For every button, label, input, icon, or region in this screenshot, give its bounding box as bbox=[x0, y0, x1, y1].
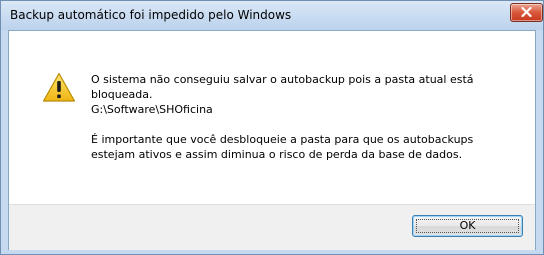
message-line: estejam ativos e assim diminua o risco d… bbox=[91, 148, 463, 161]
dialog-body: O sistema não conseguiu salvar o autobac… bbox=[8, 30, 536, 250]
close-icon bbox=[521, 7, 532, 17]
message-area: O sistema não conseguiu salvar o autobac… bbox=[9, 31, 535, 204]
message-text: O sistema não conseguiu salvar o autobac… bbox=[91, 72, 527, 162]
ok-button[interactable]: OK bbox=[412, 215, 523, 237]
folder-path: G:\Software\SHOficina bbox=[91, 103, 213, 116]
warning-icon bbox=[42, 72, 76, 102]
title-bar[interactable]: Backup automático foi impedido pelo Wind… bbox=[1, 1, 543, 30]
message-line: bloqueada. bbox=[91, 88, 153, 101]
dialog-title: Backup automático foi impedido pelo Wind… bbox=[10, 8, 292, 22]
message-line: O sistema não conseguiu salvar o autobac… bbox=[91, 73, 474, 86]
close-button[interactable] bbox=[510, 3, 543, 22]
ok-button-label: OK bbox=[459, 219, 476, 232]
button-bar: OK bbox=[9, 204, 535, 250]
dialog-window: Backup automático foi impedido pelo Wind… bbox=[0, 0, 544, 255]
message-line: É importante que você desbloqueie a past… bbox=[91, 133, 474, 146]
